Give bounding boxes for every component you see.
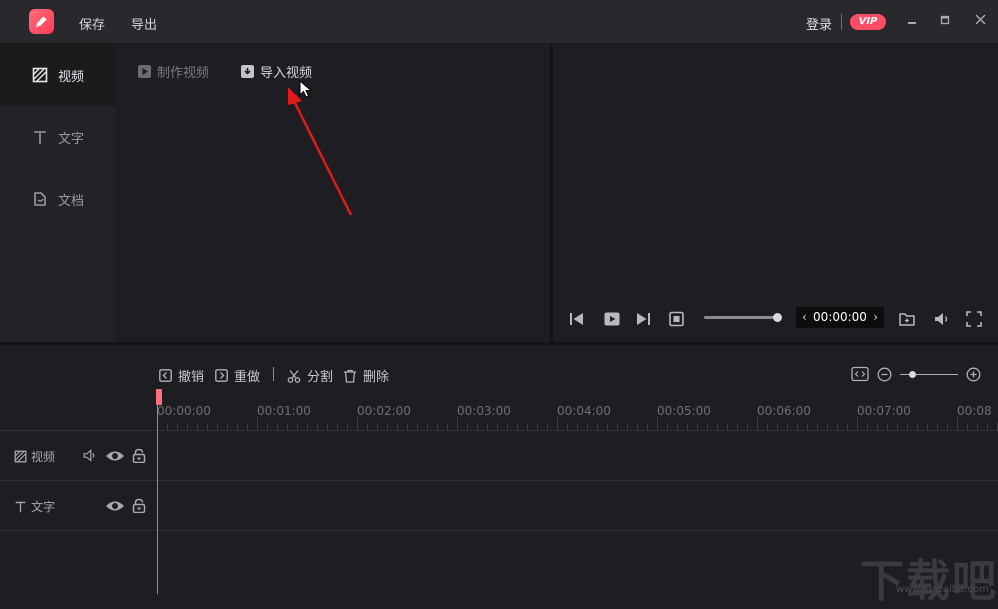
track-text-label: 文字 — [14, 498, 55, 515]
ruler-tick-label: 00:06:00 — [757, 404, 811, 418]
mouse-cursor-icon — [299, 80, 313, 98]
sidebar: 视频 文字 文档 — [0, 44, 116, 342]
zoom-in-icon[interactable] — [966, 367, 981, 382]
sidebar-item-video[interactable]: 视频 — [0, 44, 116, 106]
chevron-left-icon[interactable]: ‹ — [802, 307, 807, 328]
track-lock-icon[interactable] — [132, 498, 146, 513]
close-button[interactable] — [970, 12, 990, 32]
trash-icon — [344, 369, 356, 383]
toolbar-separator — [273, 367, 274, 381]
chevron-right-icon[interactable]: › — [873, 307, 878, 328]
sidebar-item-label: 文档 — [58, 193, 85, 209]
track-video-label: 视频 — [14, 448, 55, 465]
sidebar-item-label: 文字 — [58, 131, 85, 147]
close-icon — [975, 14, 985, 25]
video-icon — [14, 450, 27, 463]
make-video-label: 制作视频 — [157, 66, 210, 81]
progress-track[interactable] — [704, 316, 778, 319]
volume-icon[interactable] — [933, 310, 951, 328]
preview-panel — [553, 44, 998, 342]
track-visibility-icon[interactable] — [105, 499, 125, 513]
sidebar-item-label: 视频 — [58, 69, 85, 85]
ruler-tick-label: 00:03:00 — [457, 404, 511, 418]
make-video-icon — [138, 65, 151, 78]
redo-button[interactable]: 重做 — [215, 366, 260, 385]
track-name: 视频 — [31, 450, 56, 464]
fullscreen-icon[interactable] — [965, 310, 983, 328]
playhead-line[interactable] — [157, 390, 158, 594]
ruler-tick-label: 00:07:00 — [857, 404, 911, 418]
ruler-tick-label: 00:01:00 — [257, 404, 311, 418]
undo-icon — [159, 369, 172, 382]
stop-icon[interactable] — [668, 310, 686, 328]
zoom-out-icon[interactable] — [877, 367, 892, 382]
track-divider — [0, 530, 998, 531]
zoom-handle[interactable] — [909, 371, 916, 378]
playhead-handle[interactable] — [156, 389, 162, 405]
play-icon[interactable] — [603, 310, 621, 328]
app-logo — [29, 9, 54, 34]
progress-handle[interactable] — [773, 313, 782, 322]
annotation-arrow — [288, 87, 353, 216]
menu-save[interactable]: 保存 — [79, 14, 105, 33]
folder-icon[interactable] — [898, 310, 916, 328]
track-visibility-icon[interactable] — [105, 449, 125, 463]
ruler-tick-label: 00:05:00 — [657, 404, 711, 418]
sidebar-item-document[interactable]: 文档 — [0, 168, 116, 230]
timeline-divider — [0, 342, 998, 345]
vip-badge[interactable]: VIP — [850, 14, 886, 30]
maximize-icon — [940, 15, 950, 25]
sidebar-item-text[interactable]: 文字 — [0, 106, 116, 168]
split-label: 分割 — [307, 370, 334, 385]
track-divider — [0, 480, 998, 481]
track-divider — [0, 430, 998, 431]
delete-label: 删除 — [363, 370, 390, 385]
undo-label: 撤销 — [178, 370, 205, 385]
text-icon — [34, 131, 46, 144]
scissors-icon — [287, 369, 301, 383]
track-lock-icon[interactable] — [132, 448, 146, 463]
redo-label: 重做 — [234, 370, 261, 385]
delete-button[interactable]: 删除 — [343, 366, 389, 385]
ruler-tick-label: 00:08 — [957, 404, 992, 418]
undo-button[interactable]: 撤销 — [159, 366, 204, 385]
current-time: 00:00:00 — [813, 310, 867, 324]
maximize-button[interactable] — [935, 12, 955, 32]
fit-timeline-icon[interactable] — [851, 366, 869, 382]
redo-icon — [215, 369, 228, 382]
minimize-icon — [908, 22, 916, 24]
ruler-tick-label: 00:04:00 — [557, 404, 611, 418]
split-button[interactable]: 分割 — [287, 366, 333, 385]
separator — [841, 14, 842, 30]
import-video-icon — [241, 65, 254, 78]
watermark-url: www.xiazaiba.com — [896, 584, 989, 595]
ruler-tick-label: 00:00:00 — [157, 404, 211, 418]
login-link[interactable]: 登录 — [806, 14, 832, 33]
time-display: ‹ 00:00:00 › — [796, 307, 884, 328]
skip-forward-icon[interactable] — [634, 310, 652, 328]
document-icon — [34, 192, 46, 206]
minimize-button[interactable] — [902, 12, 922, 32]
video-icon — [32, 67, 48, 83]
skip-back-icon[interactable] — [568, 310, 586, 328]
track-volume-icon[interactable] — [82, 448, 98, 463]
track-name: 文字 — [31, 500, 56, 514]
text-icon — [15, 501, 26, 513]
watermark-logo: 下载吧 — [860, 556, 998, 607]
menu-export[interactable]: 导出 — [131, 14, 157, 33]
make-video-tab[interactable]: 制作视频 — [138, 62, 209, 81]
ruler-tick-label: 00:02:00 — [357, 404, 411, 418]
